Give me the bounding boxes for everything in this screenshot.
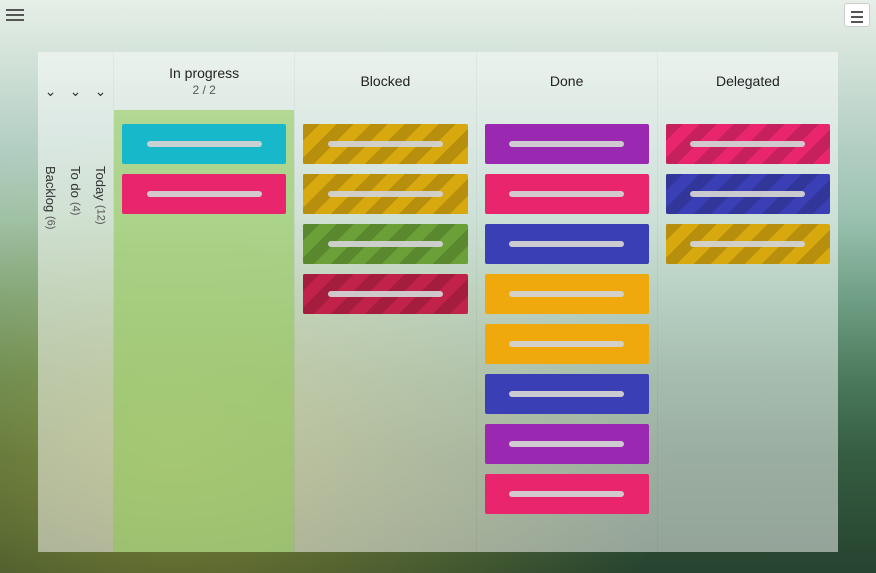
column-title: Delegated: [716, 73, 780, 89]
card-placeholder-bar: [509, 491, 624, 497]
swimlane-count: (6): [45, 216, 57, 229]
card[interactable]: [666, 224, 830, 264]
card-placeholder-bar: [509, 291, 624, 297]
kanban-board: ⌄ Backlog (6) ⌄ To do (4) ⌄ Today (12) I…: [38, 52, 838, 552]
column-body[interactable]: [477, 110, 657, 552]
top-bar: [0, 0, 876, 30]
column-title: Blocked: [360, 73, 410, 89]
chevron-down-icon[interactable]: ⌄: [95, 76, 107, 106]
column-header[interactable]: Delegated: [658, 52, 838, 110]
card[interactable]: [485, 124, 649, 164]
column-title: Done: [550, 73, 583, 89]
card-placeholder-bar: [328, 191, 443, 197]
swimlane-count: (12): [95, 205, 107, 225]
column-title: In progress: [169, 65, 239, 81]
swimlane-headers: ⌄ Backlog (6) ⌄ To do (4) ⌄ Today (12): [38, 52, 113, 552]
card[interactable]: [303, 174, 467, 214]
view-toggle-button[interactable]: [844, 3, 870, 27]
card[interactable]: [303, 224, 467, 264]
card[interactable]: [666, 174, 830, 214]
column-blocked: Blocked: [294, 52, 475, 552]
card-placeholder-bar: [147, 141, 262, 147]
chevron-down-icon[interactable]: ⌄: [70, 76, 82, 106]
card-placeholder-bar: [509, 441, 624, 447]
card-placeholder-bar: [690, 241, 805, 247]
column-wip-count: 2 / 2: [192, 83, 215, 97]
card-placeholder-bar: [328, 291, 443, 297]
column-body[interactable]: [295, 110, 475, 552]
card[interactable]: [485, 274, 649, 314]
card-placeholder-bar: [509, 241, 624, 247]
chevron-down-icon[interactable]: ⌄: [45, 76, 57, 106]
card-placeholder-bar: [509, 391, 624, 397]
card-placeholder-bar: [690, 141, 805, 147]
card-placeholder-bar: [509, 141, 624, 147]
card[interactable]: [485, 474, 649, 514]
column-in-progress: In progress 2 / 2: [113, 52, 294, 552]
card[interactable]: [303, 274, 467, 314]
card[interactable]: [485, 424, 649, 464]
swimlane-backlog[interactable]: ⌄ Backlog (6): [38, 52, 63, 552]
card-placeholder-bar: [690, 191, 805, 197]
column-done: Done: [476, 52, 657, 552]
card-placeholder-bar: [328, 141, 443, 147]
card[interactable]: [122, 174, 286, 214]
card[interactable]: [485, 374, 649, 414]
card[interactable]: [485, 174, 649, 214]
card[interactable]: [122, 124, 286, 164]
column-body[interactable]: [114, 110, 294, 552]
column-delegated: Delegated: [657, 52, 838, 552]
swimlane-label: Backlog: [43, 106, 58, 212]
card[interactable]: [485, 224, 649, 264]
swimlane-label: To do: [68, 106, 83, 198]
card[interactable]: [666, 124, 830, 164]
card-placeholder-bar: [328, 241, 443, 247]
list-icon: [851, 10, 863, 20]
board-columns: In progress 2 / 2 Blocked Done Delegated: [113, 52, 838, 552]
swimlane-count: (4): [70, 202, 82, 215]
swimlane-label: Today: [93, 106, 108, 201]
menu-icon[interactable]: [6, 8, 24, 22]
card[interactable]: [485, 324, 649, 364]
column-body[interactable]: [658, 110, 838, 552]
card[interactable]: [303, 124, 467, 164]
card-placeholder-bar: [147, 191, 262, 197]
column-header[interactable]: In progress 2 / 2: [114, 52, 294, 110]
card-placeholder-bar: [509, 341, 624, 347]
swimlane-todo[interactable]: ⌄ To do (4): [63, 52, 88, 552]
column-header[interactable]: Blocked: [295, 52, 475, 110]
swimlane-today[interactable]: ⌄ Today (12): [88, 52, 113, 552]
column-header[interactable]: Done: [477, 52, 657, 110]
card-placeholder-bar: [509, 191, 624, 197]
